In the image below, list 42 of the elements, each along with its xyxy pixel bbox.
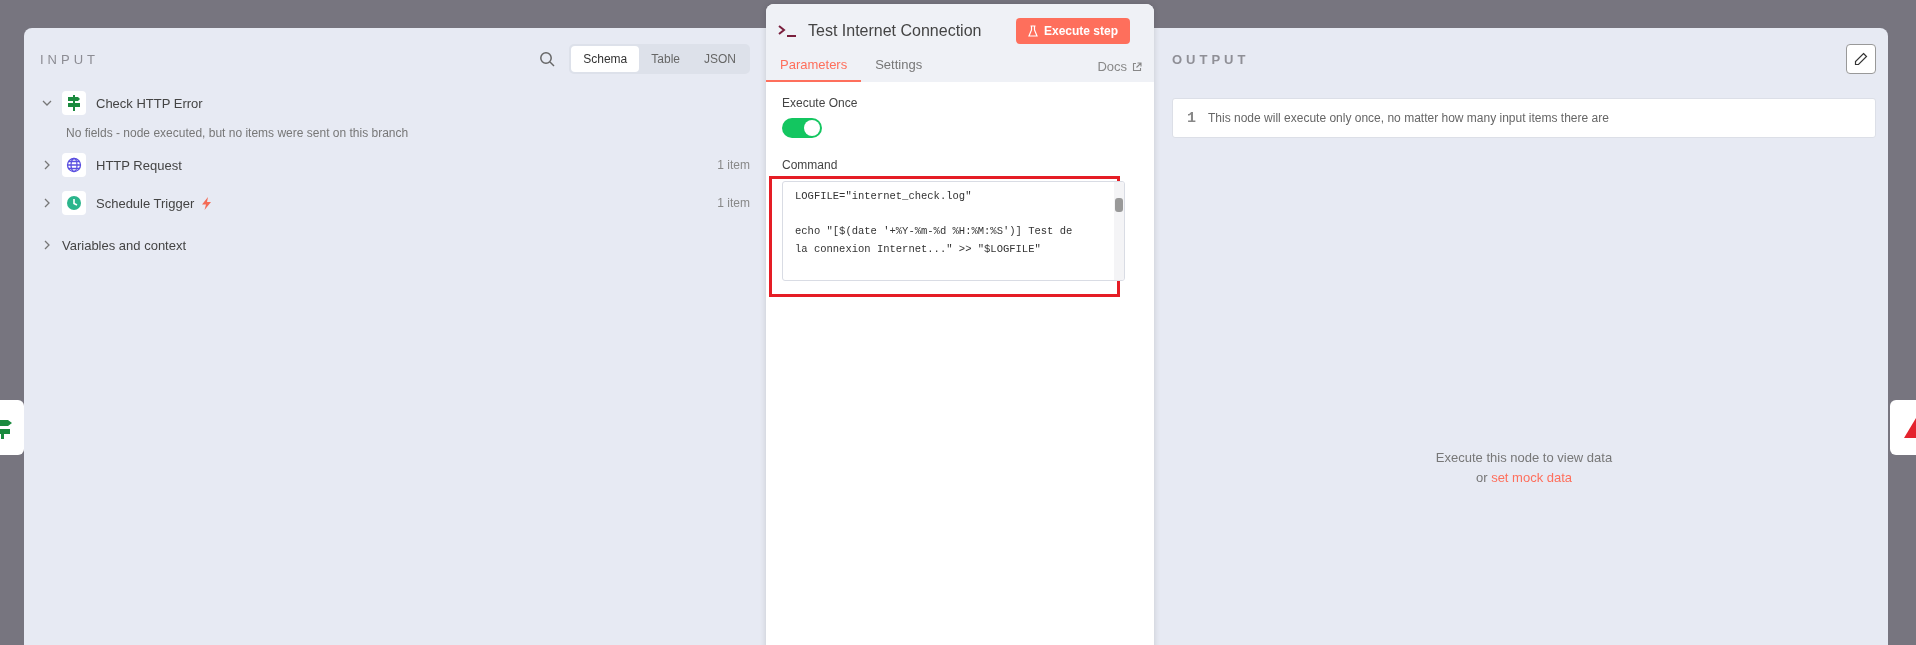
- signpost-icon: [67, 95, 81, 111]
- warning-icon: [1904, 417, 1916, 438]
- search-icon[interactable]: [539, 51, 556, 67]
- pencil-icon: [1854, 52, 1868, 66]
- external-link-icon: [1132, 61, 1142, 72]
- scrollbar[interactable]: [1114, 182, 1124, 280]
- parameter-label: Execute Once: [782, 96, 859, 110]
- node-name[interactable]: Check HTTP Error: [96, 95, 203, 111]
- item-count: 1 item: [717, 196, 750, 210]
- panel-title: OUTPUT: [1172, 51, 1250, 67]
- item-count: 1 item: [717, 158, 750, 172]
- chevron-icon[interactable]: [42, 160, 52, 170]
- empty-message: Execute this node to view data: [1434, 449, 1614, 467]
- code-line: LOGFILE="internet_check.log": [795, 189, 973, 204]
- node-card[interactable]: [1890, 400, 1916, 455]
- command-editor[interactable]: LOGFILE="internet_check.log" echo "[$(date '+%Y-%m-%d %H:%M:%S')] Test de la connexion Internet..." >> "$LOGFILE": [782, 181, 1125, 281]
- notice-number: 1: [1187, 109, 1196, 127]
- variables-label[interactable]: Variables and context: [62, 237, 187, 253]
- chevron-icon[interactable]: [42, 198, 52, 208]
- node-card[interactable]: [0, 400, 24, 455]
- flask-icon: [1027, 25, 1038, 37]
- chevron-icon[interactable]: [42, 98, 52, 108]
- panel-tab[interactable]: Settings: [861, 57, 937, 82]
- node-name[interactable]: HTTP Request: [96, 157, 182, 173]
- view-tab[interactable]: JSON: [692, 46, 748, 72]
- execute-step-button[interactable]: Execute step: [1015, 18, 1130, 44]
- panel-title: INPUT: [40, 51, 99, 67]
- panel-tab[interactable]: Parameters: [766, 57, 862, 82]
- toggle-switch[interactable]: [782, 118, 822, 138]
- node-name[interactable]: Schedule Trigger: [96, 195, 195, 211]
- parameter-label: Command: [782, 158, 839, 172]
- code-line: echo "[$(date '+%Y-%m-%d %H:%M:%S')] Test de la connexion Internet..." >> "$LOGFILE": [795, 224, 1074, 257]
- view-tab[interactable]: Table: [639, 46, 692, 72]
- node-title: Test Internet Connection: [808, 22, 982, 40]
- edit-button[interactable]: [1846, 44, 1876, 74]
- set-mock-data-link[interactable]: set mock data: [1491, 470, 1573, 485]
- empty-branch-message: No fields - node executed, but no items were sent on this branch: [65, 125, 410, 142]
- notice-text: This node will execute only once, no matter how many input items there are: [1208, 111, 1609, 125]
- docs-link[interactable]: Docs: [1097, 59, 1142, 82]
- chevron-icon[interactable]: [42, 240, 52, 250]
- view-tab[interactable]: Schema: [571, 46, 640, 72]
- mock-prefix: or: [1475, 470, 1488, 485]
